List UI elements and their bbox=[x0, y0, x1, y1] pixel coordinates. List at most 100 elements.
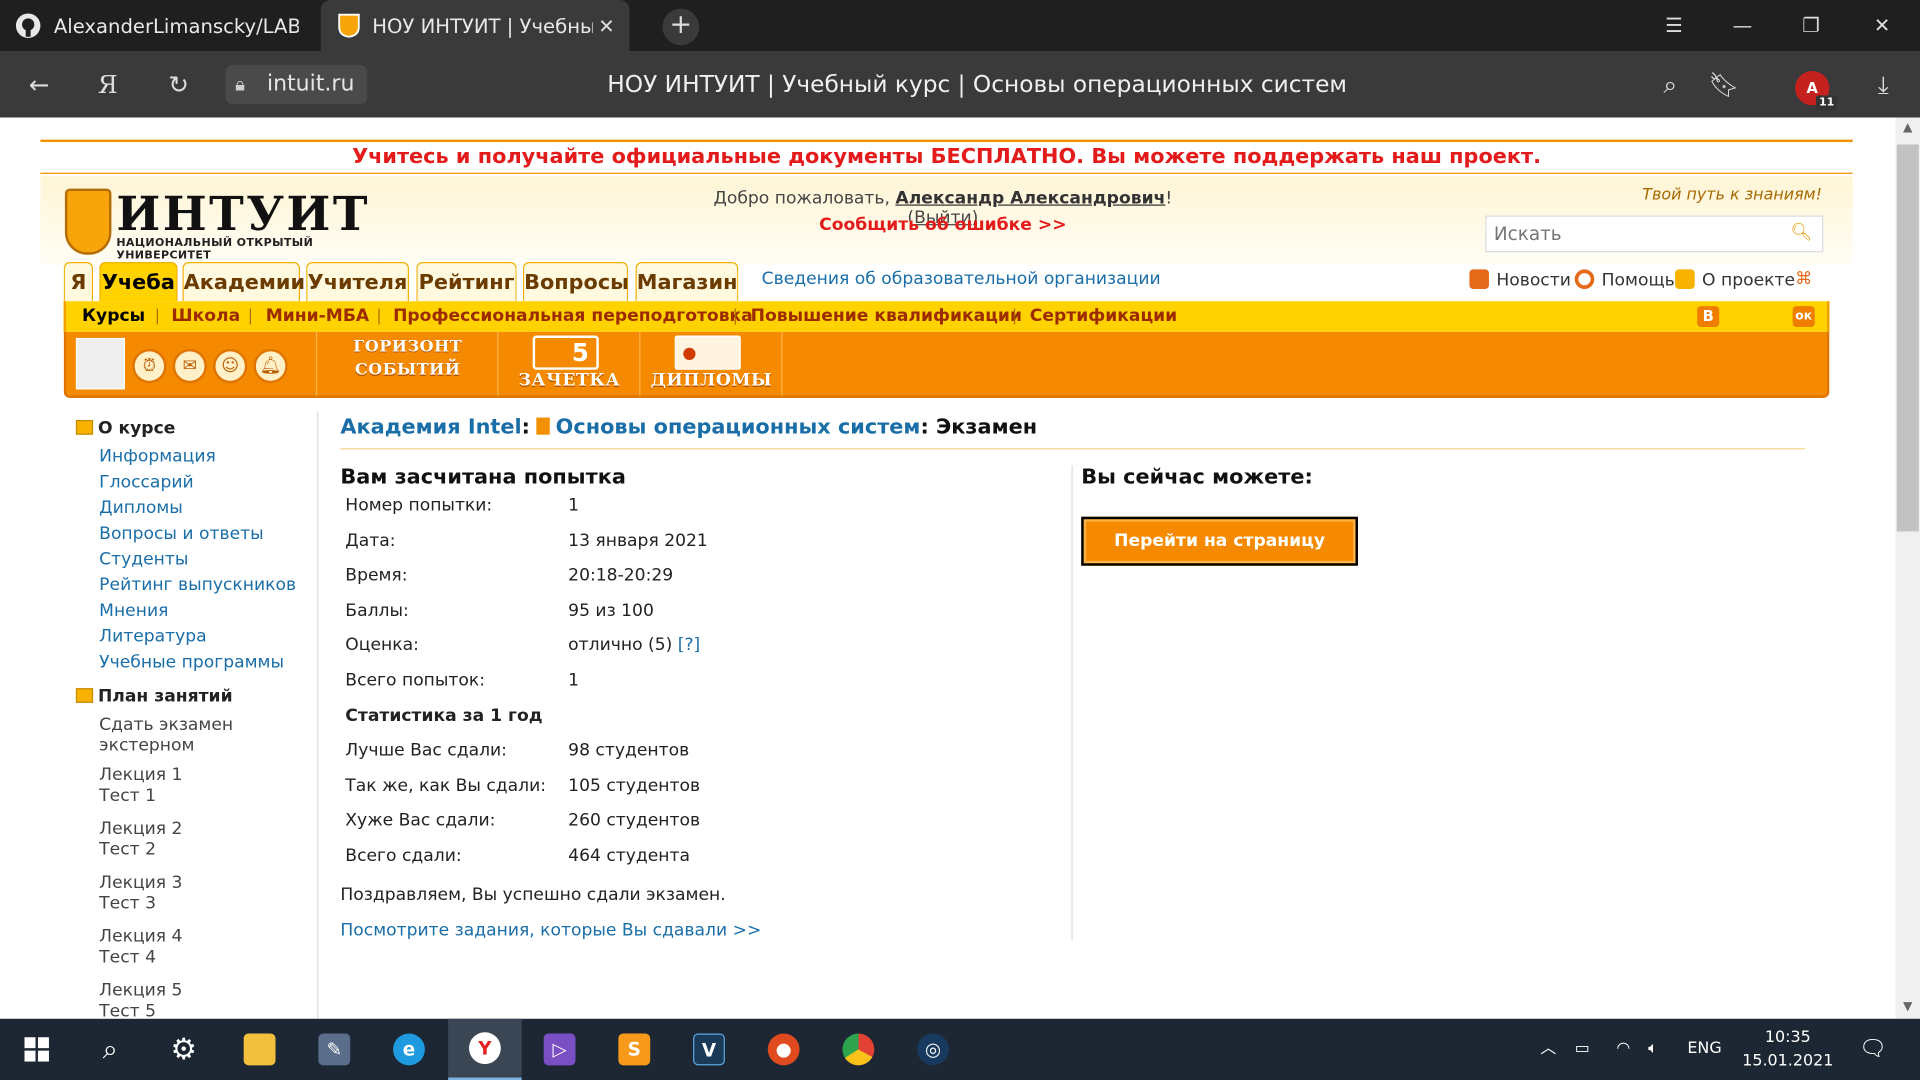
scroll-up-icon[interactable]: ▲ bbox=[1896, 118, 1920, 140]
browser-menu-icon[interactable]: ☰ bbox=[1646, 0, 1702, 51]
plan-item-lecture-1[interactable]: Лекция 1 Тест 1 bbox=[99, 765, 182, 807]
tab-questions[interactable]: Вопросы bbox=[522, 262, 629, 302]
friends-icon[interactable]: ☺ bbox=[213, 348, 248, 384]
chrome-icon[interactable] bbox=[822, 1019, 895, 1080]
edge-browser-icon[interactable]: e bbox=[372, 1019, 445, 1080]
subnav-retraining[interactable]: Профессиональная переподготовка bbox=[393, 301, 753, 332]
diplomas-button[interactable]: ДИПЛОМЫ bbox=[640, 331, 783, 396]
tab-intuit[interactable]: НОУ ИНТУИТ | Учебный ✕ bbox=[320, 0, 630, 52]
page-scrollbar[interactable]: ▲ ▼ bbox=[1895, 117, 1920, 1019]
new-tab-button[interactable]: + bbox=[662, 8, 700, 46]
subnav-qualification[interactable]: Повышение квалификации bbox=[751, 301, 1022, 332]
search-icon[interactable]: 🔍︎ bbox=[1790, 223, 1812, 243]
visual-studio-icon[interactable]: ▷ bbox=[523, 1019, 596, 1080]
close-window-icon[interactable]: ✕ bbox=[1854, 0, 1910, 51]
gradebook-button[interactable]: 5 ЗАЧЕТКА bbox=[498, 331, 641, 396]
steam-icon[interactable]: ◎ bbox=[896, 1019, 969, 1080]
sidebar-item-glossary[interactable]: Глоссарий bbox=[99, 473, 193, 493]
lock-icon: 🔒︎ bbox=[235, 73, 245, 96]
scrollbar-thumb[interactable] bbox=[1896, 144, 1919, 532]
tab-me[interactable]: Я bbox=[63, 262, 94, 302]
go-to-course-button[interactable]: Перейти на страницу курса bbox=[1081, 516, 1358, 595]
tab-shop[interactable]: Магазин bbox=[635, 262, 739, 302]
reload-icon[interactable]: ↻ bbox=[154, 51, 203, 117]
subnav-certifications[interactable]: Сертификации bbox=[1030, 301, 1177, 332]
avatar[interactable] bbox=[75, 337, 125, 390]
plan-line-1: Сдать экзамен bbox=[99, 715, 234, 735]
help-link[interactable]: Помощь bbox=[1574, 269, 1675, 290]
adblock-badge[interactable]: A 11 bbox=[1795, 71, 1837, 111]
news-link[interactable]: Новости bbox=[1469, 269, 1571, 290]
tab-study[interactable]: Учеба bbox=[99, 262, 178, 302]
file-explorer-icon[interactable] bbox=[223, 1019, 296, 1080]
restore-icon[interactable]: ❐ bbox=[1783, 0, 1839, 51]
alarm-clock-icon[interactable]: ⏰︎ bbox=[132, 348, 167, 384]
sidebar-item-graduate-rating[interactable]: Рейтинг выпускников bbox=[99, 576, 296, 596]
language-indicator[interactable]: ENG bbox=[1687, 1019, 1721, 1080]
plan-item-lecture-2[interactable]: Лекция 2 Тест 2 bbox=[99, 819, 182, 861]
minimize-icon[interactable]: — bbox=[1714, 0, 1770, 51]
plan-item-lecture-3[interactable]: Лекция 3 Тест 3 bbox=[99, 873, 182, 915]
yandex-icon[interactable]: Я bbox=[83, 51, 132, 117]
tab-github[interactable]: AlexanderLimanscky/LABR bbox=[0, 0, 316, 51]
notification-center-icon[interactable]: 🗨︎ bbox=[1859, 1019, 1887, 1080]
diploma-seal-icon bbox=[683, 347, 696, 361]
search-input[interactable] bbox=[1486, 216, 1781, 252]
download-icon[interactable]: ⤓ bbox=[1859, 51, 1908, 117]
tab-teachers[interactable]: Учителя bbox=[306, 262, 409, 302]
site-logo[interactable]: ИНТУИТ НАЦИОНАЛЬНЫЙ ОТКРЫТЫЙ УНИВЕРСИТЕТ bbox=[64, 186, 383, 262]
plan-item-lecture-4[interactable]: Лекция 4 Тест 4 bbox=[99, 927, 182, 969]
about-course-heading[interactable]: О курсе bbox=[75, 419, 175, 438]
promo-banner[interactable]: Учитесь и получайте официальные документ… bbox=[40, 139, 1853, 174]
mail-icon[interactable]: ✉ bbox=[172, 348, 207, 384]
subnav-school[interactable]: Школа bbox=[171, 301, 240, 332]
sidebar-item-programs[interactable]: Учебные программы bbox=[99, 653, 284, 673]
sidebar-item-students[interactable]: Студенты bbox=[99, 550, 188, 570]
subnav-separator bbox=[734, 308, 736, 325]
search-page-icon[interactable]: ⌕ bbox=[1646, 51, 1695, 117]
breadcrumb-course-link[interactable]: Основы операционных систем bbox=[556, 415, 921, 439]
bell-icon[interactable]: 🔔︎ bbox=[253, 348, 288, 384]
sidebar-item-literature[interactable]: Литература bbox=[99, 627, 206, 647]
plan-item-extern[interactable]: Сдать экзамен экстерном bbox=[99, 715, 233, 757]
horizon-events-button[interactable]: ГОРИЗОНТ СОБЫТИЙ bbox=[317, 331, 499, 396]
tray-chevron-icon[interactable]: ︿ bbox=[1540, 1019, 1556, 1080]
settings-gear-icon[interactable]: ⚙ bbox=[147, 1019, 220, 1080]
vk-icon[interactable]: В bbox=[1697, 306, 1720, 327]
tab-academies[interactable]: Академии bbox=[182, 262, 305, 302]
paint-app-icon[interactable]: ✎ bbox=[298, 1019, 371, 1080]
plan-item-lecture-5[interactable]: Лекция 5 Тест 5 bbox=[99, 981, 182, 1019]
ok-icon[interactable]: ок bbox=[1792, 306, 1815, 327]
battery-icon[interactable]: ▭ bbox=[1575, 1019, 1590, 1080]
user-name-link[interactable]: Александр Александрович bbox=[895, 189, 1165, 209]
game-app-icon[interactable]: ● bbox=[747, 1019, 820, 1080]
volume-icon[interactable]: 🔈︎ bbox=[1648, 1019, 1658, 1080]
scroll-down-icon[interactable]: ▼ bbox=[1896, 997, 1920, 1019]
url-field[interactable]: 🔒︎ intuit.ru bbox=[225, 64, 368, 105]
back-arrow-icon[interactable]: ← bbox=[15, 51, 64, 117]
sitemap-icon[interactable]: ⌘ bbox=[1795, 269, 1812, 289]
sublime-text-icon[interactable]: S bbox=[598, 1019, 671, 1080]
subnav-courses[interactable]: Курсы bbox=[82, 301, 145, 332]
start-button[interactable] bbox=[0, 1019, 73, 1080]
tab-rating[interactable]: Рейтинг bbox=[416, 262, 517, 302]
sidebar-item-qa[interactable]: Вопросы и ответы bbox=[99, 524, 263, 544]
about-link[interactable]: О проекте bbox=[1675, 269, 1795, 290]
vim-app-icon[interactable]: V bbox=[672, 1019, 745, 1080]
org-info-link[interactable]: Сведения об образовательной организации bbox=[762, 269, 1161, 289]
sidebar-item-opinions[interactable]: Мнения bbox=[99, 601, 168, 621]
subnav-mini-mba[interactable]: Мини-МБА bbox=[266, 301, 369, 332]
clock[interactable]: 10:35 15.01.2021 bbox=[1736, 1026, 1839, 1073]
sidebar-item-diplomas[interactable]: Дипломы bbox=[99, 498, 183, 518]
plan-heading[interactable]: План занятий bbox=[75, 687, 233, 707]
report-error-link[interactable]: Сообщить об ошибке >> bbox=[686, 216, 1200, 236]
sidebar-item-info[interactable]: Информация bbox=[99, 447, 216, 467]
search-taskbar-icon[interactable]: ⌕ bbox=[73, 1019, 146, 1080]
grade-help-link[interactable]: [?] bbox=[678, 636, 700, 656]
bookmark-icon[interactable]: 🔖︎ bbox=[1700, 51, 1749, 117]
close-tab-icon[interactable]: ✕ bbox=[598, 14, 614, 37]
yandex-browser-icon[interactable]: Y bbox=[448, 1018, 522, 1080]
wifi-icon[interactable]: ◠ bbox=[1616, 1019, 1630, 1080]
view-tasks-link[interactable]: Посмотрите задания, которые Вы сдавали >… bbox=[340, 921, 761, 941]
breadcrumb-academy-link[interactable]: Академия Intel bbox=[340, 415, 521, 439]
